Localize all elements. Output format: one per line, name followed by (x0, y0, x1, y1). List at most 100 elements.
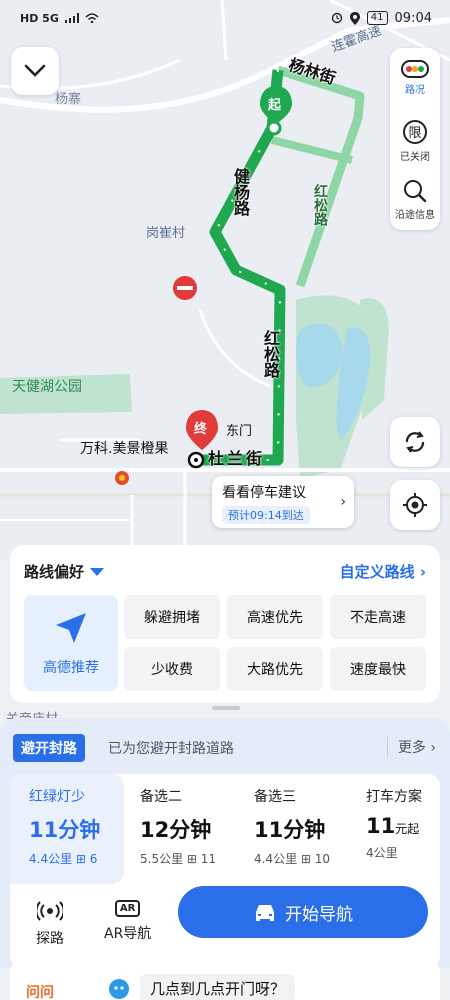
refresh-icon (405, 431, 425, 453)
broadcast-icon (37, 901, 63, 921)
route-price: 11元起 (366, 814, 440, 838)
option-main-road[interactable]: 大路优先 (227, 647, 323, 691)
ask-bar: 问问 几点到几点开门呀？ (10, 960, 440, 1000)
route-lights: 10 (314, 852, 331, 866)
route-distance: 4.4公里 (254, 852, 298, 866)
signal-icon (64, 13, 79, 23)
custom-route-label: 自定义路线 (339, 563, 415, 581)
collapse-button[interactable] (11, 47, 59, 95)
status-right: 41 09:04 (331, 11, 432, 26)
option-no-highway[interactable]: 不走高速 (330, 595, 426, 639)
place-label-yangzhai: 杨寨 (55, 92, 82, 107)
status-left: HD 5G (20, 12, 99, 25)
route-duration: 12分钟 (140, 818, 212, 842)
route-distance: 4.4公里 (29, 852, 73, 866)
route-name: 红绿灯少 (29, 789, 85, 805)
place-label-tianjianhu-park: 天健湖公园 (12, 379, 82, 395)
ar-label: AR导航 (104, 926, 152, 942)
route-option-2[interactable]: 备选二 12分钟 5.5公里 ⊞ 11 (128, 774, 238, 884)
assistant-avatar-icon (109, 979, 129, 999)
location-icon (349, 11, 360, 25)
option-less-toll[interactable]: 少收费 (124, 647, 220, 691)
battery-indicator: 41 (366, 11, 388, 25)
route-option-3[interactable]: 备选三 11分钟 4.4公里 ⊞ 10 (242, 774, 352, 884)
bypass-text: 已为您避开封路道路 (108, 741, 234, 757)
ask-tag: 问问 (26, 985, 54, 1000)
wifi-icon (85, 13, 99, 23)
ar-nav-button[interactable]: AR AR导航 (104, 900, 151, 943)
place-label-east-gate: 东门 (226, 424, 253, 439)
route-option-taxi[interactable]: 打车方案 11元起 4公里 (356, 774, 440, 884)
chevron-down-icon (24, 64, 46, 77)
locate-me-button[interactable] (390, 480, 440, 530)
route-name: 备选三 (254, 789, 296, 805)
more-label: 更多 (397, 740, 426, 756)
explore-label: 探路 (36, 931, 64, 947)
route-meta: 4.4公里 ⊞ 6 (29, 852, 98, 866)
option-avoid-congestion[interactable]: 躲避拥堵 (124, 595, 220, 639)
search-along-icon (404, 179, 427, 202)
taxi-price: 11 (366, 814, 396, 838)
traffic-light-icon (401, 60, 429, 78)
restriction-label: 已关闭 (400, 152, 430, 164)
option-highway-first[interactable]: 高速优先 (227, 595, 323, 639)
route-lights: 11 (200, 852, 217, 866)
recommended-option[interactable]: 高德推荐 (24, 595, 118, 691)
start-navigation-button[interactable]: 开始导航 (178, 886, 428, 938)
route-lights: 6 (89, 852, 98, 866)
network-label: HD 5G (20, 11, 59, 25)
route-duration: 11分钟 (254, 818, 326, 842)
road-label-dulan: 杜兰街 (208, 449, 266, 468)
route-preference-panel: 路线偏好 自定义路线 › 高德推荐 躲避拥堵 高速优先 不走高速 少收费 大路优… (10, 545, 440, 703)
place-label-gangcuncun: 岗崔村 (146, 226, 186, 241)
drag-handle[interactable] (212, 706, 240, 710)
car-icon (256, 905, 274, 921)
route-distance: 5.5公里 (140, 852, 184, 866)
route-options-card: 红绿灯少 11分钟 4.4公里 ⊞ 6 备选二 12分钟 5.5公里 ⊞ 11 … (10, 774, 440, 968)
route-name: 打车方案 (366, 789, 422, 805)
route-duration: 11分钟 (29, 818, 101, 842)
chevron-right-icon: › (419, 563, 426, 581)
status-bar: HD 5G 41 09:04 (0, 0, 450, 36)
alarm-icon (331, 12, 342, 24)
explore-button[interactable]: 探路 (36, 900, 64, 948)
map-tools-panel: 路况 限 已关闭 沿途信息 (390, 48, 440, 230)
navigation-arrow-icon (56, 613, 86, 643)
eta-badge: 预计09:14到达 (222, 506, 310, 524)
route-meta: 4.4公里 ⊞ 10 (254, 852, 331, 866)
recommended-label: 高德推荐 (43, 660, 99, 676)
place-label-wanke: 万科.美景橙果 (80, 441, 169, 457)
option-fastest[interactable]: 速度最快 (330, 647, 426, 691)
restriction-toggle[interactable]: 限 已关闭 (400, 119, 430, 170)
route-results-panel: 避开封路 已为您避开封路道路 更多 › 红绿灯少 11分钟 4.4公里 ⊞ 6 … (0, 718, 450, 968)
route-meta: 5.5公里 ⊞ 11 (140, 852, 217, 866)
preference-dropdown[interactable]: 路线偏好 (24, 561, 105, 582)
bypass-badge: 避开封路 (13, 734, 85, 762)
traffic-toggle[interactable]: 路况 (401, 60, 429, 111)
road-label-jianyang: 健杨路 (231, 168, 250, 216)
preference-title: 路线偏好 (24, 563, 85, 581)
road-label-hongsong-lower: 红松路 (261, 330, 280, 378)
parking-title: 看看停车建议 (222, 485, 306, 501)
route-distance: 4公里 (366, 846, 398, 860)
svg-text:限: 限 (408, 126, 421, 141)
route-option-1[interactable]: 红绿灯少 11分钟 4.4公里 ⊞ 6 (10, 774, 124, 884)
refresh-route-button[interactable] (390, 417, 440, 467)
custom-route-link[interactable]: 自定义路线 › (340, 561, 426, 582)
end-marker[interactable]: 终 (194, 418, 207, 437)
parking-suggestion-card[interactable]: 看看停车建议 预计09:14到达 › (212, 476, 354, 528)
along-route-search[interactable]: 沿途信息 (395, 179, 435, 230)
traffic-label: 路况 (405, 85, 425, 96)
chevron-right-icon: › (340, 494, 346, 510)
caret-down-icon (90, 567, 105, 576)
start-marker[interactable]: 起 (268, 94, 281, 113)
start-navigation-label: 开始导航 (285, 904, 353, 925)
along-route-label: 沿途信息 (395, 209, 435, 221)
road-label-hongsong-upper: 红松路 (312, 184, 328, 226)
crosshair-icon (403, 493, 427, 517)
ar-icon: AR (114, 900, 141, 917)
more-link[interactable]: 更多 › (386, 737, 436, 757)
ask-question-chip[interactable]: 几点到几点开门呀？ (140, 974, 296, 1000)
route-name: 备选二 (140, 789, 182, 805)
taxi-price-unit: 元起 (395, 822, 420, 836)
